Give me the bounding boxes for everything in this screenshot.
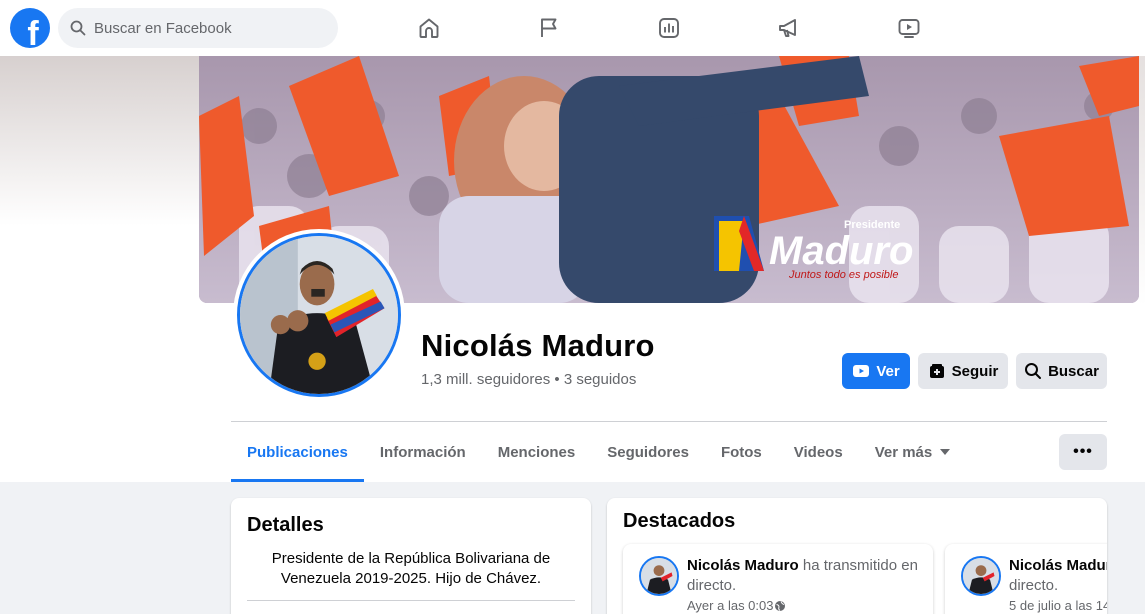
tab-informacion[interactable]: Información <box>364 422 482 482</box>
globe-icon <box>775 600 786 611</box>
cover-fade-left <box>0 56 199 226</box>
watch-button-label: Ver <box>876 362 900 380</box>
video-play-icon <box>853 365 870 377</box>
follow-button-label: Seguir <box>951 362 999 380</box>
page-title: Nicolás Maduro <box>421 328 655 363</box>
avatar <box>961 556 1001 596</box>
tab-ver-mas[interactable]: Ver más <box>859 422 967 482</box>
profile-tabs: Publicaciones Información Menciones Segu… <box>231 422 966 482</box>
featured-item[interactable]: Nicolás Maduro ha transmitido en directo… <box>945 544 1107 614</box>
page-search-button[interactable]: Buscar <box>1016 353 1107 389</box>
profile-avatar[interactable] <box>233 229 405 401</box>
analytics-icon[interactable] <box>655 14 683 42</box>
search-icon <box>70 20 86 36</box>
details-bio: Presidente de la República Bolivariana d… <box>271 550 551 587</box>
tab-fotos[interactable]: Fotos <box>705 422 778 482</box>
follow-button[interactable]: Seguir <box>918 353 1008 389</box>
featured-item[interactable]: Nicolás Maduro ha transmitido en directo… <box>623 544 933 614</box>
tab-videos[interactable]: Videos <box>778 422 859 482</box>
avatar <box>639 556 679 596</box>
featured-item-text: Nicolás Maduro ha transmitido en directo… <box>1009 557 1107 594</box>
featured-item-meta: 5 de julio a las 14 <box>1009 598 1107 613</box>
featured-title: Destacados <box>623 510 736 532</box>
tab-publicaciones[interactable]: Publicaciones <box>231 422 364 482</box>
cover-logo-text: Maduro <box>769 229 913 273</box>
featured-card: Destacados Nicolás Maduro ha transmitido… <box>607 498 1107 614</box>
follow-add-icon <box>929 364 944 378</box>
search-input[interactable] <box>94 19 314 37</box>
featured-item-text: Nicolás Maduro ha transmitido en directo… <box>687 557 918 594</box>
flag-icon[interactable] <box>535 14 563 42</box>
tab-menciones[interactable]: Menciones <box>482 422 592 482</box>
follower-count[interactable]: 1,3 mill. seguidores • 3 seguidos <box>421 371 636 388</box>
facebook-logo[interactable]: f <box>10 8 50 48</box>
watch-button[interactable]: Ver <box>842 353 910 389</box>
more-options-button[interactable]: ••• <box>1059 434 1107 470</box>
top-navigation-bar: f <box>0 0 1145 56</box>
cover-logo-slogan: Juntos todo es posible <box>788 269 898 281</box>
megaphone-icon[interactable] <box>775 14 803 42</box>
home-icon[interactable] <box>415 14 443 42</box>
search-box[interactable] <box>58 8 338 48</box>
cover-fade-right <box>1139 56 1145 306</box>
tab-seguidores[interactable]: Seguidores <box>591 422 705 482</box>
details-card: Detalles Presidente de la República Boli… <box>231 498 591 614</box>
details-title: Detalles <box>247 514 324 536</box>
page-search-button-label: Buscar <box>1048 362 1099 380</box>
video-icon[interactable] <box>895 14 923 42</box>
search-icon <box>1025 363 1042 379</box>
caret-down-icon <box>940 449 951 455</box>
avatar-image <box>240 236 398 394</box>
featured-item-meta: Ayer a las 0:03 <box>687 598 786 613</box>
details-divider <box>247 600 575 601</box>
